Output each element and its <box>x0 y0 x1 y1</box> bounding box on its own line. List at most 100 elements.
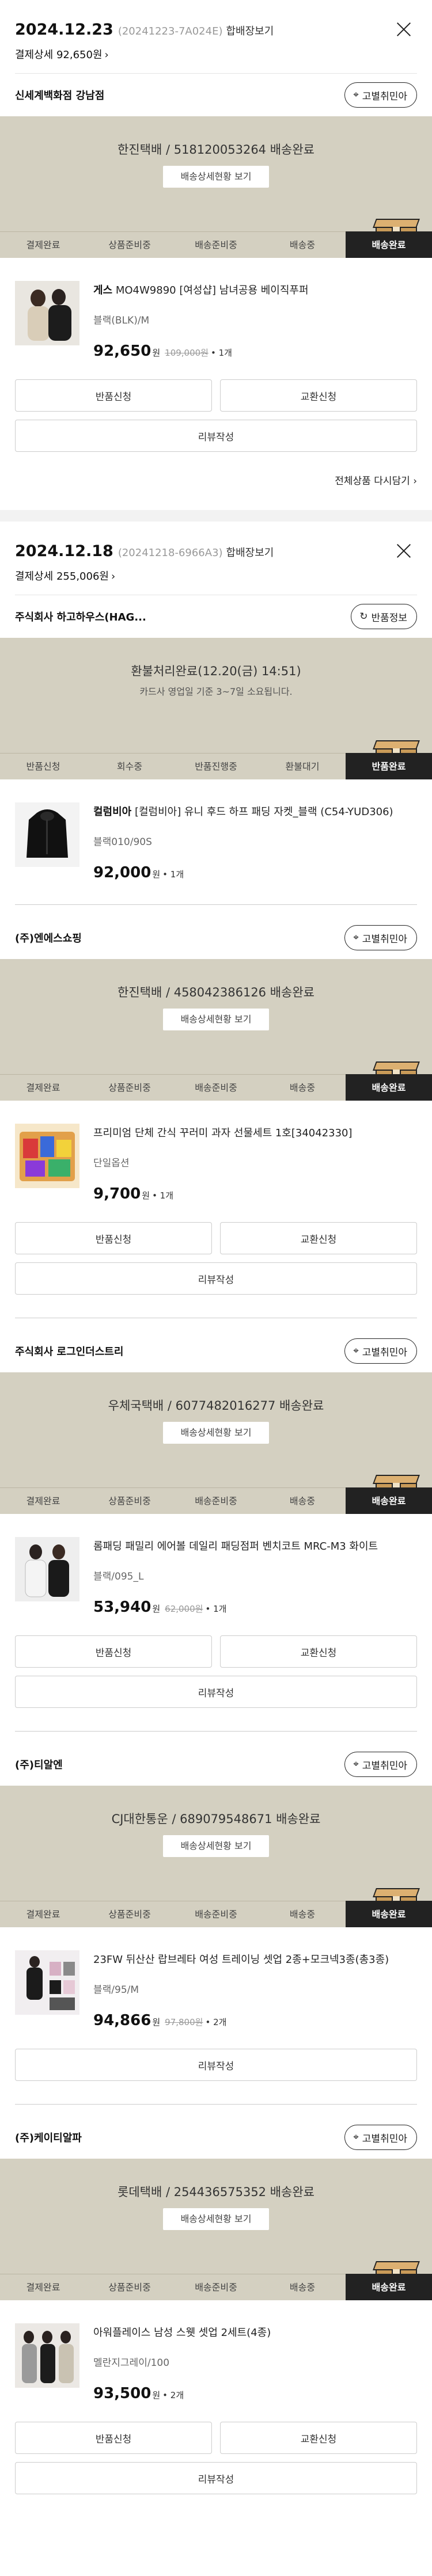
exchange-button[interactable]: 교환신청 <box>220 1222 417 1254</box>
order-date: 2024.12.23 <box>15 21 113 39</box>
readd-all-link[interactable]: 전체상품 다시담기 › <box>0 452 432 487</box>
return-button[interactable]: 반품신청 <box>15 2422 212 2454</box>
delivery-detail-button[interactable]: 배송상세현황 보기 <box>163 1009 269 1030</box>
product-option: 블랙(BLK)/M <box>93 315 150 326</box>
brand-name: 컬럼비아 <box>93 806 132 818</box>
pill-label: 고별취민아 <box>362 2133 407 2145</box>
chevron-right-icon: › <box>104 49 109 61</box>
quantity: • 1개 <box>211 348 232 358</box>
bundle-link[interactable]: 합배장보기 <box>226 547 274 559</box>
price: 93,500 <box>93 2385 151 2402</box>
exchange-button[interactable]: 교환신청 <box>220 2422 417 2454</box>
step-active: 배송완료 <box>346 1901 432 1927</box>
step-active: 배송완료 <box>346 231 432 258</box>
return-button[interactable]: 반품신청 <box>15 1635 212 1668</box>
return-button[interactable]: 반품신청 <box>15 1222 212 1254</box>
location-pill[interactable]: ⌖ 고별취민아 <box>344 2125 417 2150</box>
review-button[interactable]: 리뷰작성 <box>15 2462 417 2494</box>
step: 결제완료 <box>0 1487 86 1514</box>
quantity: • 1개 <box>205 1604 227 1614</box>
product-thumbnail[interactable] <box>15 1537 79 1601</box>
delivery-banner: 롯데택배 / 254436575352 배송완료 배송상세현황 보기 결제완료 … <box>0 2159 432 2300</box>
refresh-icon: ↻ <box>359 611 368 622</box>
product-thumbnail[interactable] <box>15 281 79 345</box>
action-buttons: 반품신청 교환신청 <box>0 1203 432 1254</box>
won: 원 <box>152 2390 161 2400</box>
quantity: • 1개 <box>152 1190 174 1201</box>
product-item[interactable]: 게스 MO4W9890 [여성샵] 남녀공용 베이직푸퍼 블랙(BLK)/M 9… <box>0 258 432 360</box>
price-row: 92,000 원 • 1개 <box>93 864 417 881</box>
step: 상품준비중 <box>86 2274 173 2300</box>
bundle-link[interactable]: 합배장보기 <box>226 25 274 37</box>
chevron-right-icon: › <box>111 570 116 583</box>
location-pill[interactable]: ⌖ 고별취민아 <box>344 82 417 108</box>
close-icon[interactable] <box>396 22 411 37</box>
review-button[interactable]: 리뷰작성 <box>15 1676 417 1708</box>
product-name: 프리미엄 단체 간식 꾸러미 과자 선물세트 1호[34042330] <box>93 1127 353 1139</box>
divider <box>15 2104 417 2105</box>
shop-name: 주식회사 로그인더스트리 <box>15 1346 124 1358</box>
step: 배송중 <box>259 1487 346 1514</box>
order-id: (20241223-7A024E) <box>118 25 223 37</box>
price-row: 93,500 원 • 2개 <box>93 2385 417 2402</box>
product-item[interactable]: 롬패딩 패밀리 에어볼 데일리 패딩점퍼 벤치코트 MRC-M3 화이트 블랙/… <box>0 1514 432 1616</box>
review-button[interactable]: 리뷰작성 <box>15 2049 417 2081</box>
shop-name: (주)케이티알파 <box>15 2132 82 2144</box>
refund-note: 카드사 영업일 기준 3~7일 소요됩니다. <box>139 686 293 697</box>
location-pill[interactable]: ⌖ 고별취민아 <box>344 1752 417 1777</box>
payment-detail-label: 결제상세 255,006원 <box>15 570 109 583</box>
pill-label: 고별취민아 <box>362 933 407 945</box>
delivery-detail-button[interactable]: 배송상세현황 보기 <box>163 1835 269 1857</box>
step: 결제완료 <box>0 231 86 258</box>
product-thumbnail[interactable] <box>15 2323 79 2388</box>
step: 결제완료 <box>0 1074 86 1101</box>
product-item[interactable]: 아워플레이스 남성 스웻 셋업 2세트(4종) 멜란지그레이/100 93,50… <box>0 2300 432 2402</box>
delivery-detail-button[interactable]: 배송상세현황 보기 <box>163 1422 269 1444</box>
product-option: 단일옵션 <box>93 1158 130 1169</box>
tracking-text: CJ대한통운 / 689079548671 배송완료 <box>111 1812 321 1826</box>
review-button[interactable]: 리뷰작성 <box>15 420 417 452</box>
step: 배송준비중 <box>173 2274 259 2300</box>
product-item[interactable]: 23FW 뒤산산 랍브레타 여성 트레이닝 셋업 2종+모크넥3종(총3종) 블… <box>0 1927 432 2029</box>
step: 배송중 <box>259 1901 346 1927</box>
payment-detail-link[interactable]: 결제상세 92,650원 › <box>15 47 417 62</box>
product-option: 블랙/095_L <box>93 1571 144 1582</box>
pin-icon: ⌖ <box>353 1345 359 1357</box>
review-button[interactable]: 리뷰작성 <box>15 1262 417 1295</box>
pill-label: 고별취민아 <box>362 90 407 102</box>
delivery-detail-button[interactable]: 배송상세현황 보기 <box>163 166 269 188</box>
location-pill[interactable]: ⌖ 고별취민아 <box>344 1338 417 1364</box>
close-icon[interactable] <box>396 543 411 558</box>
order-id: (20241218-6966A3) <box>118 547 223 559</box>
location-pill[interactable]: ⌖ 고별취민아 <box>344 925 417 950</box>
action-buttons: 반품신청 교환신청 <box>0 2402 432 2454</box>
pill-label: 고별취민아 <box>362 1760 407 1772</box>
exchange-button[interactable]: 교환신청 <box>220 1635 417 1668</box>
shop-name: (주)티알엔 <box>15 1759 63 1771</box>
delivery-detail-button[interactable]: 배송상세현황 보기 <box>163 2208 269 2230</box>
shop-name: 주식회사 하고하우스(HAG... <box>15 611 146 623</box>
shop-row: 주식회사 로그인더스트리 ⌖ 고별취민아 <box>0 1330 432 1372</box>
product-item[interactable]: 컬럼비아 [컬럼비아] 유니 후드 하프 패딩 자켓_블랙 (C54-YUD30… <box>0 779 432 881</box>
step-active: 배송완료 <box>346 2274 432 2300</box>
payment-detail-link[interactable]: 결제상세 255,006원 › <box>15 568 417 583</box>
product-name: 아워플레이스 남성 스웻 셋업 2세트(4종) <box>93 2327 271 2339</box>
step: 결제완료 <box>0 1901 86 1927</box>
shop-row: 신세계백화점 강남점 ⌖ 고별취민아 <box>0 74 432 116</box>
shop-row: (주)케이티알파 ⌖ 고별취민아 <box>0 2116 432 2159</box>
step: 반품진행중 <box>173 753 259 779</box>
return-info-pill[interactable]: ↻ 반품정보 <box>351 604 417 629</box>
step-active: 반품완료 <box>346 753 432 779</box>
step: 배송준비중 <box>173 231 259 258</box>
step: 배송준비중 <box>173 1901 259 1927</box>
step: 상품준비중 <box>86 1487 173 1514</box>
exchange-button[interactable]: 교환신청 <box>220 379 417 412</box>
original-price: 62,000원 <box>165 1604 203 1614</box>
product-thumbnail[interactable] <box>15 802 79 867</box>
return-button[interactable]: 반품신청 <box>15 379 212 412</box>
product-thumbnail[interactable] <box>15 1124 79 1188</box>
original-price: 109,000원 <box>165 348 209 358</box>
price-row: 92,650 원 109,000원 • 1개 <box>93 343 417 360</box>
product-thumbnail[interactable] <box>15 1950 79 2015</box>
product-item[interactable]: 프리미엄 단체 간식 꾸러미 과자 선물세트 1호[34042330] 단일옵션… <box>0 1101 432 1203</box>
